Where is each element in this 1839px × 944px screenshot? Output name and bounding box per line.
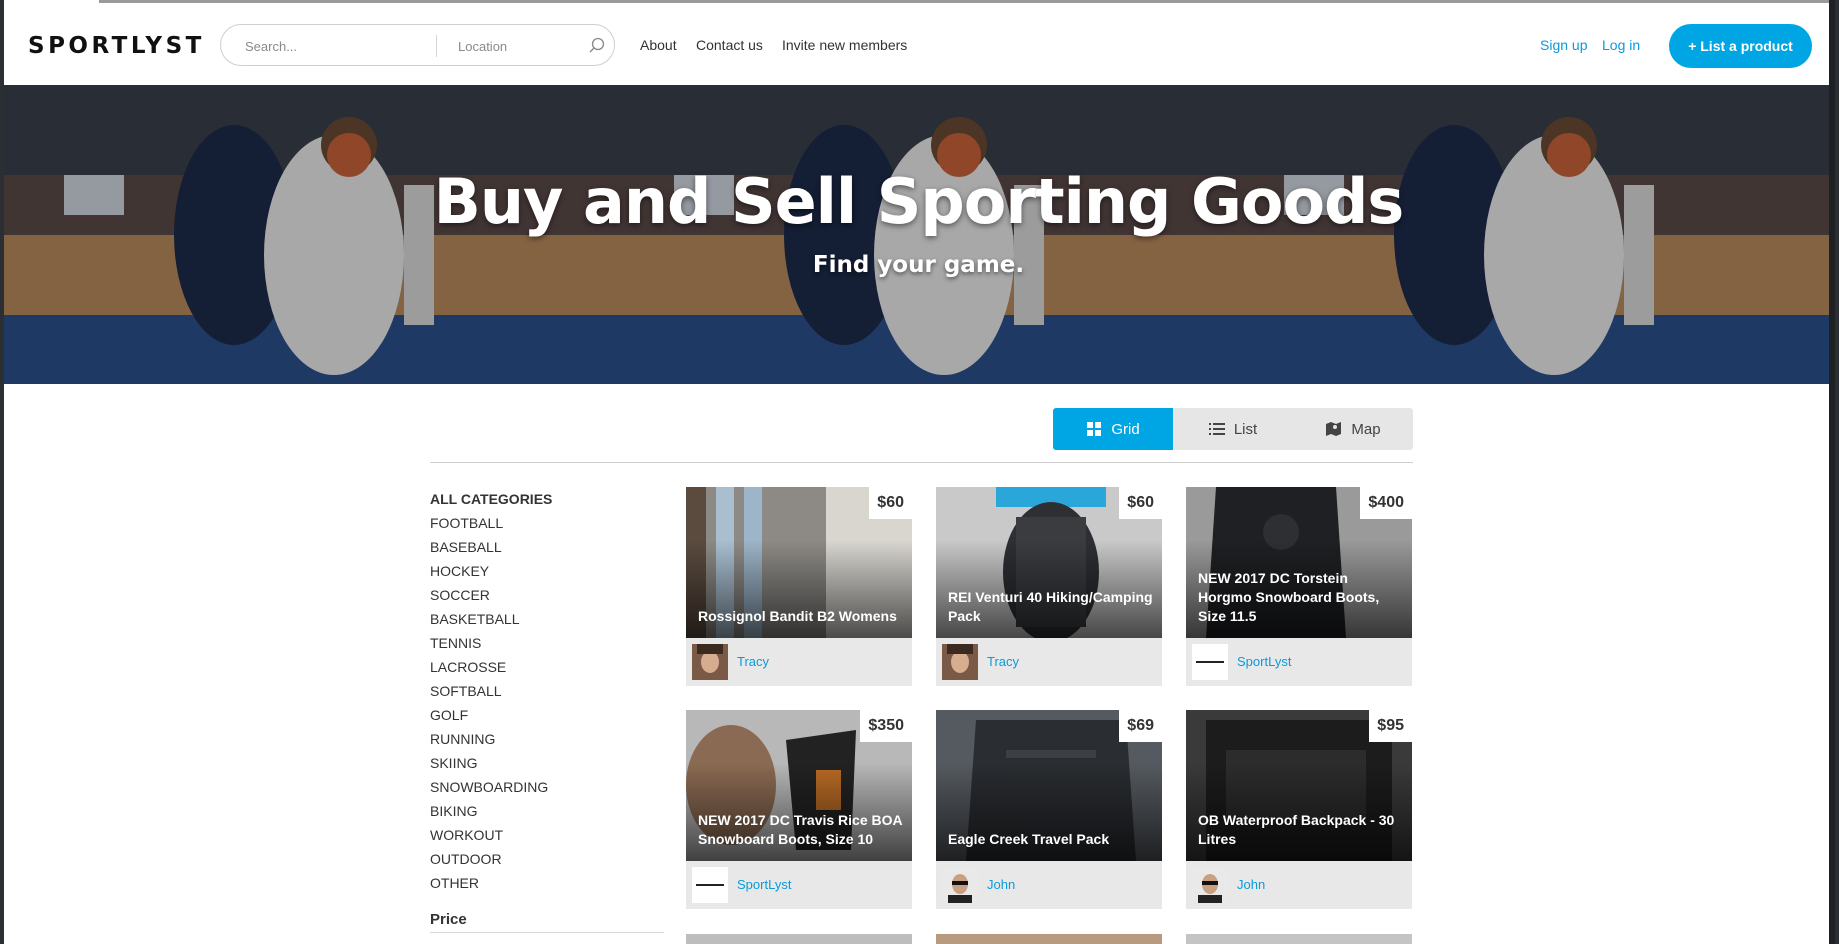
listing-price: $95 — [1369, 710, 1412, 742]
listing-author[interactable]: Tracy — [737, 654, 769, 669]
listing-image[interactable]: $69 Eagle Creek Travel Pack — [936, 710, 1162, 861]
listing-title[interactable]: NEW 2017 DC Travis Rice BOA Snowboard Bo… — [698, 811, 903, 849]
category-item[interactable]: SOFTBALL — [430, 682, 670, 706]
listing-card-partial[interactable] — [936, 934, 1162, 944]
grid-view-button[interactable]: Grid — [1053, 408, 1173, 450]
category-sidebar: ALL CATEGORIES FOOTBALL BASEBALL HOCKEY … — [430, 490, 670, 898]
listing-title[interactable]: OB Waterproof Backpack - 30 Litres — [1198, 811, 1403, 849]
category-item[interactable]: GOLF — [430, 706, 670, 730]
listing-card[interactable]: $60 REI Venturi 40 Hiking/Camping Pack T… — [936, 487, 1162, 686]
grid-icon — [1087, 422, 1102, 436]
avatar[interactable] — [692, 644, 728, 680]
listing-price: $350 — [860, 710, 912, 742]
avatar[interactable] — [942, 867, 978, 903]
category-item[interactable]: RUNNING — [430, 730, 670, 754]
avatar[interactable] — [942, 644, 978, 680]
listing-price: $69 — [1119, 710, 1162, 742]
category-item[interactable]: OTHER — [430, 874, 670, 898]
map-icon — [1326, 422, 1342, 436]
category-item[interactable]: SKIING — [430, 754, 670, 778]
hero-title: Buy and Sell Sporting Goods — [433, 165, 1405, 238]
category-item[interactable]: SOCCER — [430, 586, 670, 610]
listing-image[interactable]: $60 Rossignol Bandit B2 Womens — [686, 487, 912, 638]
category-item[interactable]: SNOWBOARDING — [430, 778, 670, 802]
listing-author[interactable]: John — [987, 877, 1015, 892]
price-filter-label[interactable]: Price — [430, 911, 467, 928]
listing-footer: SportLyst — [686, 861, 912, 909]
search-input[interactable] — [243, 36, 427, 56]
listing-card-partial[interactable] — [1186, 934, 1412, 944]
listing-price: $400 — [1360, 487, 1412, 519]
listing-card[interactable]: $95 OB Waterproof Backpack - 30 Litres J… — [1186, 710, 1412, 909]
content-divider — [430, 462, 1413, 463]
listing-card[interactable]: $60 Rossignol Bandit B2 Womens Tracy — [686, 487, 912, 686]
listing-image[interactable]: $60 REI Venturi 40 Hiking/Camping Pack — [936, 487, 1162, 638]
price-filter-divider — [430, 932, 664, 933]
listing-footer: John — [1186, 861, 1412, 909]
login-link[interactable]: Log in — [1602, 37, 1640, 53]
hero-banner: Buy and Sell Sporting Goods Find your ga… — [4, 85, 1833, 384]
location-input[interactable] — [456, 36, 580, 56]
listing-title[interactable]: Eagle Creek Travel Pack — [948, 830, 1153, 849]
category-all[interactable]: ALL CATEGORIES — [430, 490, 670, 514]
listing-footer: SportLyst — [1186, 638, 1412, 686]
browser-window: SPORTLYST About Contact us Invite new me… — [4, 0, 1833, 944]
listing-price: $60 — [1119, 487, 1162, 519]
listing-card[interactable]: $69 Eagle Creek Travel Pack John — [936, 710, 1162, 909]
listing-title[interactable]: NEW 2017 DC Torstein Horgmo Snowboard Bo… — [1198, 569, 1403, 626]
listing-image[interactable]: $400 NEW 2017 DC Torstein Horgmo Snowboa… — [1186, 487, 1412, 638]
category-item[interactable]: WORKOUT — [430, 826, 670, 850]
category-item[interactable]: BASKETBALL — [430, 610, 670, 634]
category-item[interactable]: FOOTBALL — [430, 514, 670, 538]
site-logo[interactable]: SPORTLYST — [28, 33, 205, 59]
listing-title[interactable]: REI Venturi 40 Hiking/Camping Pack — [948, 588, 1153, 626]
category-item[interactable]: BIKING — [430, 802, 670, 826]
listing-author[interactable]: John — [1237, 877, 1265, 892]
listing-footer: Tracy — [936, 638, 1162, 686]
view-toggle: Grid List Map — [1053, 408, 1413, 450]
search-divider — [436, 35, 437, 57]
list-label: List — [1233, 420, 1258, 438]
listing-footer: Tracy — [686, 638, 912, 686]
list-icon — [1208, 423, 1225, 435]
grid-label: Grid — [1111, 420, 1140, 438]
list-product-button[interactable]: + List a product — [1669, 24, 1812, 68]
listing-author[interactable]: SportLyst — [737, 877, 791, 892]
window-edge — [1829, 0, 1835, 944]
listing-price: $60 — [869, 487, 912, 519]
category-item[interactable]: BASEBALL — [430, 538, 670, 562]
category-item[interactable]: OUTDOOR — [430, 850, 670, 874]
listing-title[interactable]: Rossignol Bandit B2 Womens — [698, 607, 903, 626]
signup-link[interactable]: Sign up — [1540, 37, 1587, 53]
site-header: SPORTLYST About Contact us Invite new me… — [4, 3, 1833, 85]
nav-contact[interactable]: Contact us — [696, 37, 763, 53]
search-icon[interactable] — [587, 36, 607, 56]
category-item[interactable]: LACROSSE — [430, 658, 670, 682]
nav-about[interactable]: About — [640, 37, 677, 53]
listing-card-partial[interactable] — [686, 934, 912, 944]
listing-card[interactable]: $400 NEW 2017 DC Torstein Horgmo Snowboa… — [1186, 487, 1412, 686]
list-view-button[interactable]: List — [1173, 408, 1293, 450]
listing-card[interactable]: $350 NEW 2017 DC Travis Rice BOA Snowboa… — [686, 710, 912, 909]
nav-invite[interactable]: Invite new members — [782, 37, 907, 53]
hero-subtitle: Find your game. — [812, 252, 1025, 278]
listing-image[interactable]: $95 OB Waterproof Backpack - 30 Litres — [1186, 710, 1412, 861]
map-label: Map — [1351, 420, 1381, 438]
category-item[interactable]: HOCKEY — [430, 562, 670, 586]
listing-author[interactable]: Tracy — [987, 654, 1019, 669]
search-bar — [220, 24, 615, 66]
listing-image[interactable]: $350 NEW 2017 DC Travis Rice BOA Snowboa… — [686, 710, 912, 861]
listing-footer: John — [936, 861, 1162, 909]
avatar[interactable] — [1192, 867, 1228, 903]
listing-author[interactable]: SportLyst — [1237, 654, 1291, 669]
avatar[interactable] — [1192, 644, 1228, 680]
map-view-button[interactable]: Map — [1293, 408, 1413, 450]
category-item[interactable]: TENNIS — [430, 634, 670, 658]
avatar[interactable] — [692, 867, 728, 903]
